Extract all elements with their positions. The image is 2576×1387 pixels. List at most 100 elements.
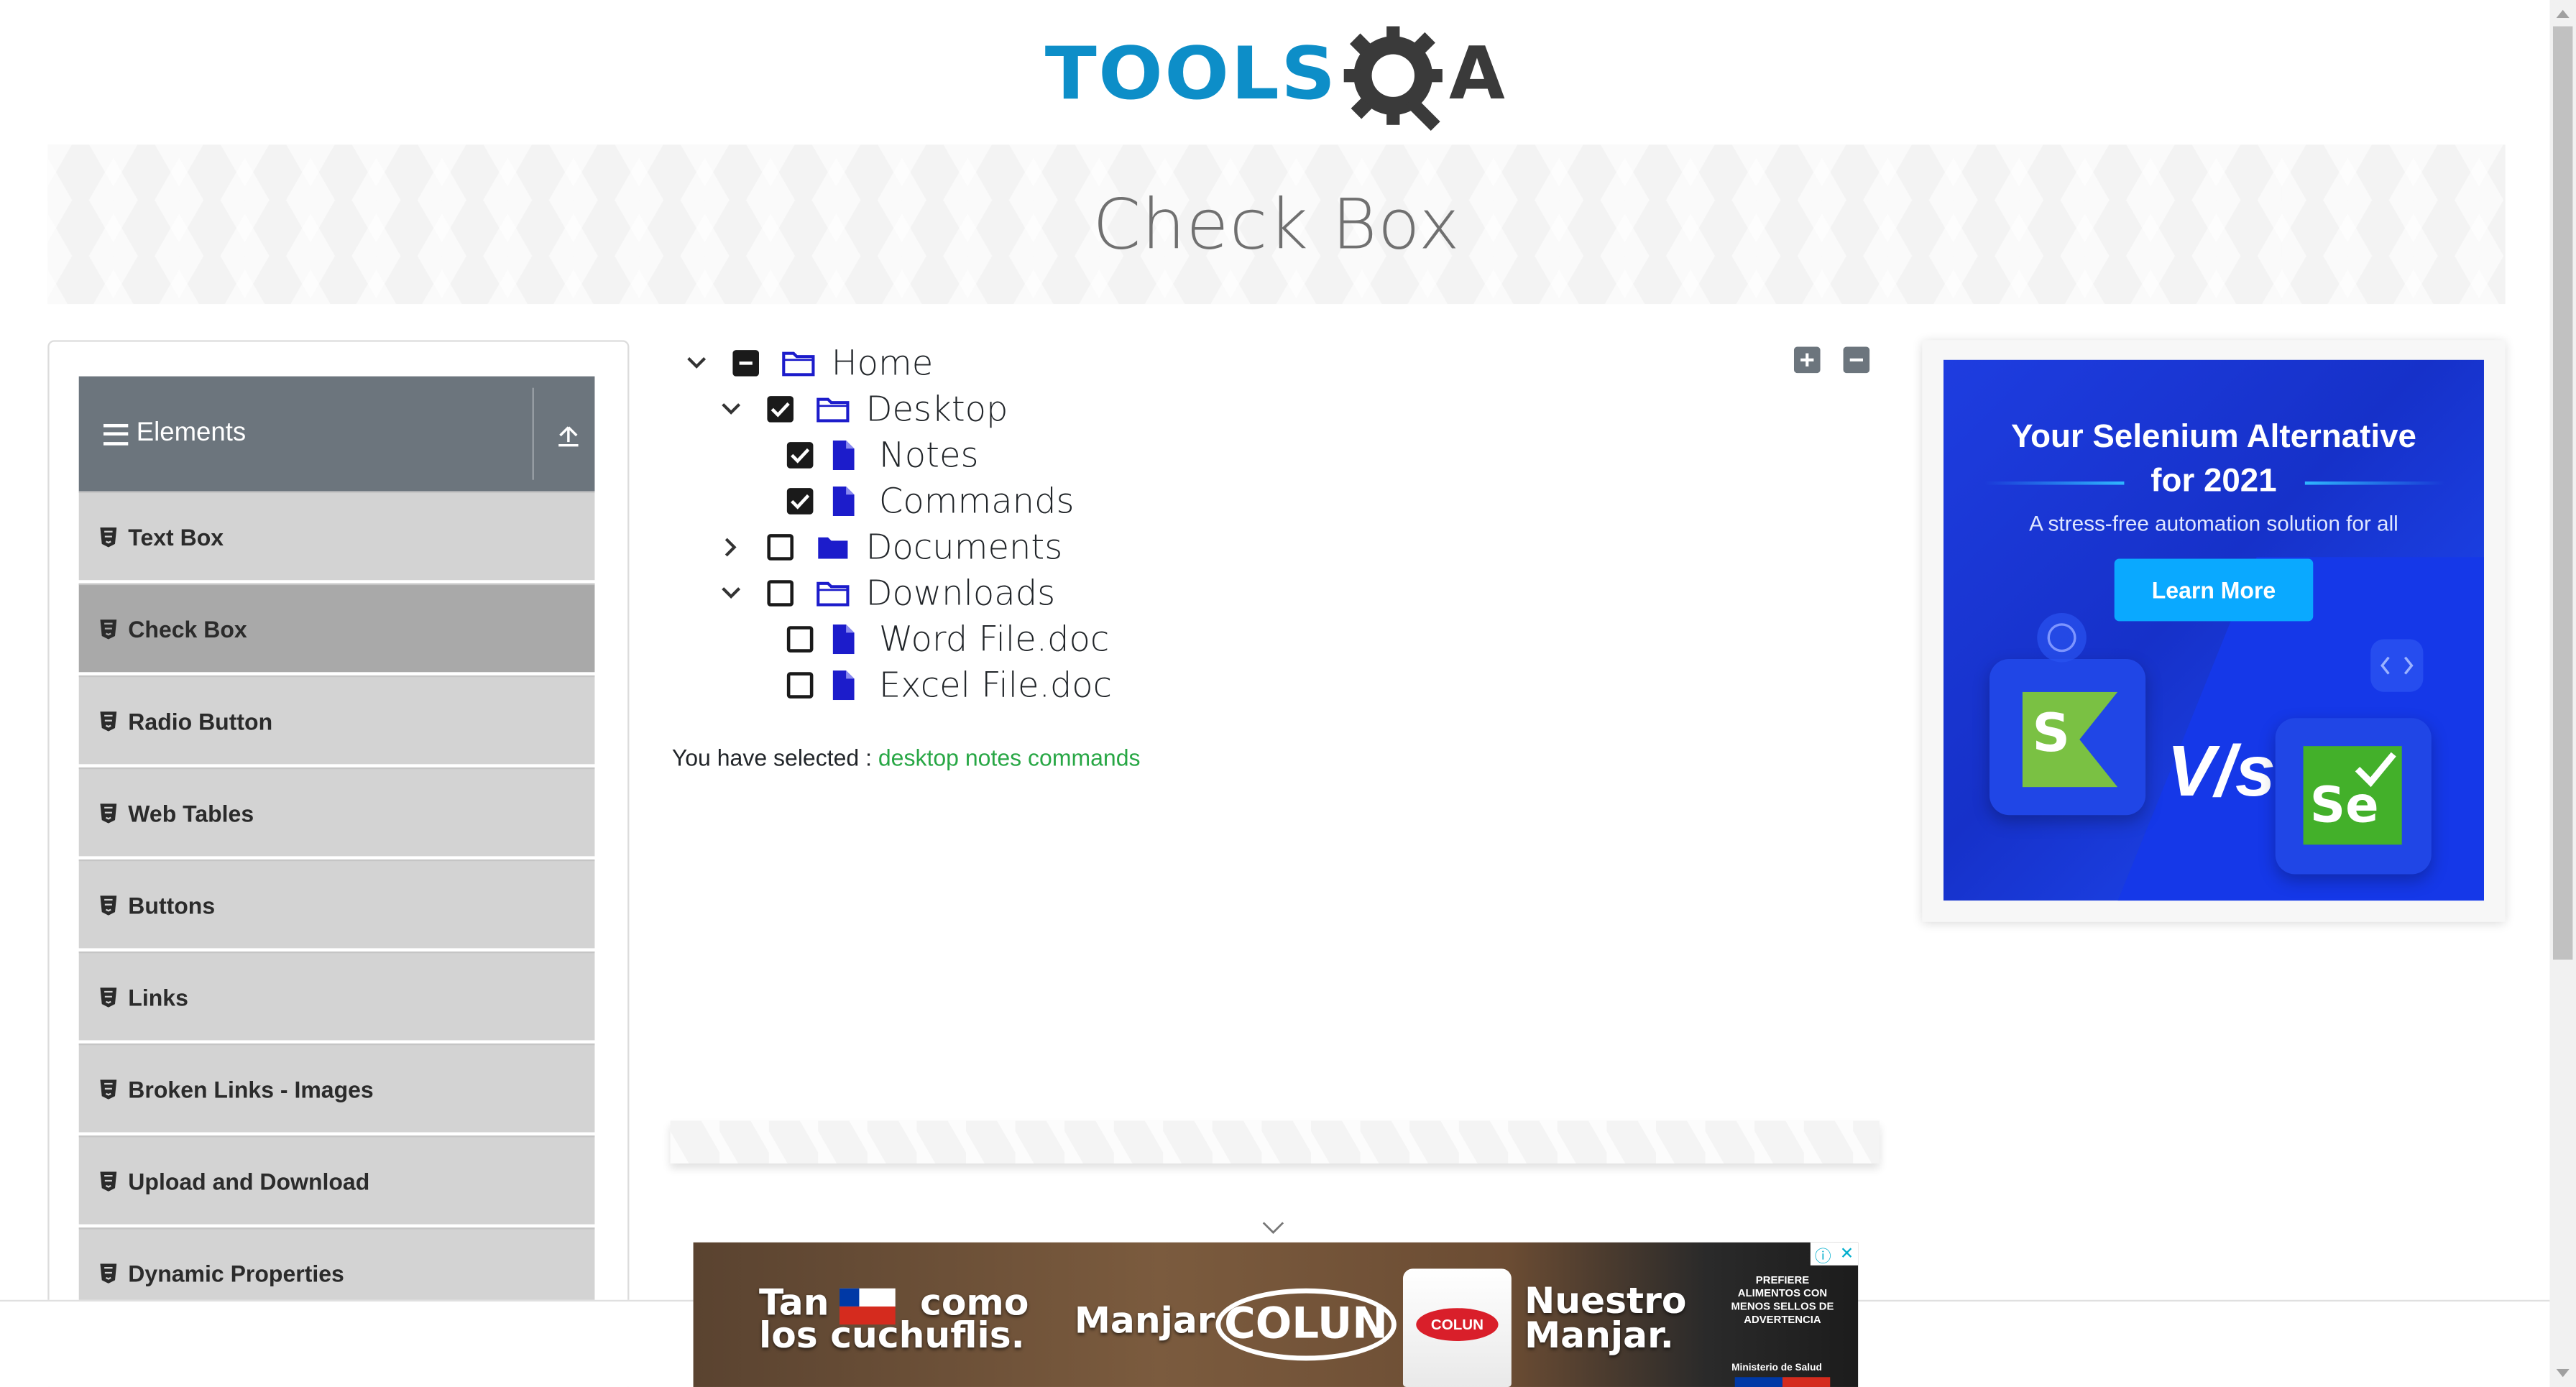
tree-node-excel-file: Excel File.doc [786,663,1112,709]
checkbox-excel-file[interactable] [786,672,814,699]
page-scrollbar[interactable] [2549,0,2576,1387]
folder-icon [816,533,850,562]
check-icon [770,402,790,418]
tree-label[interactable]: Documents [866,527,1063,567]
sidebar-item-label: Web Tables [128,799,254,826]
logo-suffix: A [1448,32,1505,117]
ad-logo-left: S [1989,658,2146,816]
ad-close-icon[interactable]: ✕ [1840,1245,1854,1263]
menu-icon [103,423,129,445]
header-divider [532,387,534,480]
toolsqa-logo[interactable]: TOOLS A [1045,19,1515,134]
html5-icon [100,1079,117,1099]
folder-open-icon [816,579,850,608]
sidebar-item-label: Upload and Download [128,1167,370,1194]
file-icon [829,624,862,655]
scroll-up-icon[interactable] [2556,8,2570,19]
result-items: desktop notes commands [878,744,1141,771]
ad-choices[interactable]: ⓘ ✕ [1810,1242,1859,1266]
ad-logo-left-text: S [2032,701,2071,765]
check-icon [2355,752,2396,788]
selection-result: You have selected : desktop notes comman… [672,745,1141,771]
chile-flag-icon [839,1288,896,1325]
sidebar-item-label: Links [128,983,188,1010]
sidebar-item-web-tables[interactable]: Web Tables [78,767,595,857]
checkbox-documents[interactable] [767,534,794,561]
sidebar-item-label: Broken Links - Images [128,1075,374,1102]
tree-label[interactable]: Notes [879,436,979,475]
ad-warning-text: PREFIERE ALIMENTOS CON MENOS SELLOS DE A… [1731,1275,1834,1327]
tree-label[interactable]: Downloads [866,573,1056,613]
sidebar-item-text-box[interactable]: Text Box [78,491,595,581]
checkbox-home[interactable] [732,350,759,377]
scroll-thumb[interactable] [2552,26,2573,960]
sidebar-item-label: Buttons [128,891,216,918]
ad-text-manjar: Manjar [1074,1301,1215,1343]
sidebar-item-label: Radio Button [128,707,273,734]
chevron-down-icon[interactable] [718,396,745,423]
scroll-down-icon[interactable] [2556,1368,2570,1379]
checkbox-desktop[interactable] [767,396,794,423]
collapse-up-icon[interactable] [556,423,582,449]
ad-subtitle: A stress-free automation solution for al… [2029,511,2398,536]
left-panel: Elements Text Box Check Box Radio Button [47,340,630,1387]
ad-info-icon[interactable]: ⓘ [1815,1242,1831,1266]
side-ad[interactable]: Your Selenium Alternative for 2021 A str… [1943,359,2484,901]
elements-group-header[interactable]: Elements [78,376,595,492]
learn-more-button[interactable]: Learn More [2114,558,2314,622]
elements-menu-list: Text Box Check Box Radio Button Web Tabl… [78,491,595,1319]
tree-node-word-file: Word File.doc [786,617,1109,663]
tree-node-notes: Notes [786,432,979,478]
tree-label[interactable]: Desktop [866,390,1008,429]
tree-label[interactable]: Home [832,344,934,383]
sidebar-item-buttons[interactable]: Buttons [78,859,595,949]
manjar-cup-image: COLUN [1402,1268,1512,1387]
ministry-flag-bar [1734,1377,1831,1387]
tree-label[interactable]: Word File.doc [879,619,1109,659]
sidebar-item-upload-download[interactable]: Upload and Download [78,1135,595,1225]
sidebar-item-label: Check Box [128,615,247,642]
tree-label[interactable]: Commands [879,481,1075,521]
sidebar-item-check-box[interactable]: Check Box [78,583,595,673]
tree-label[interactable]: Excel File.doc [879,665,1112,705]
minus-square-icon [1849,358,1863,361]
checkbox-word-file[interactable] [786,626,814,653]
file-icon [829,486,862,517]
ad-slogan: Nuestro Manjar. [1524,1284,1686,1358]
folder-open-icon [782,349,815,378]
chevron-down-icon[interactable] [1261,1220,1284,1236]
chevron-right-icon[interactable] [718,534,745,561]
sidebar-item-links[interactable]: Links [78,951,595,1041]
sidebar-item-label: Dynamic Properties [128,1259,344,1286]
checkbox-notes[interactable] [786,442,814,469]
html5-icon [100,895,117,915]
ad-vs-text: V/s [2166,731,2276,812]
page-title: Check Box [1092,184,1460,265]
html5-icon [100,710,117,731]
sidebar-item-radio-button[interactable]: Radio Button [78,675,595,765]
html5-icon [100,526,117,547]
html5-icon [100,1263,117,1283]
plus-square-icon [1800,353,1814,367]
file-icon [829,670,862,701]
expand-all-button[interactable] [1793,346,1821,374]
group-title: Elements [136,419,247,447]
checkbox-tree: Home Desktop Notes Commands Documents Do… [672,338,1887,733]
chevron-down-icon[interactable] [718,580,745,607]
checkbox-commands[interactable] [786,488,814,515]
check-icon [791,494,810,510]
checkbox-downloads[interactable] [767,580,794,607]
ad-title: Your Selenium Alternative for 2021 [1944,416,2484,504]
minus-icon [739,361,753,365]
cup-label: COLUN [1416,1308,1499,1341]
ad-line-right [2304,481,2445,485]
collapse-all-button[interactable] [1843,346,1870,374]
code-icon [2370,639,2424,692]
tree-node-downloads: Downloads [718,570,1055,616]
chevron-down-icon[interactable] [684,350,710,377]
ad-slogan-line2: Manjar. [1524,1316,1674,1358]
side-ad-frame: Your Selenium Alternative for 2021 A str… [1922,340,2506,922]
sidebar-item-broken-links[interactable]: Broken Links - Images [78,1043,595,1133]
logo-text: TOOLS [1044,32,1338,117]
bottom-ad[interactable]: Tan como los cuchuflis. Manjar COLUN COL… [693,1242,1859,1387]
